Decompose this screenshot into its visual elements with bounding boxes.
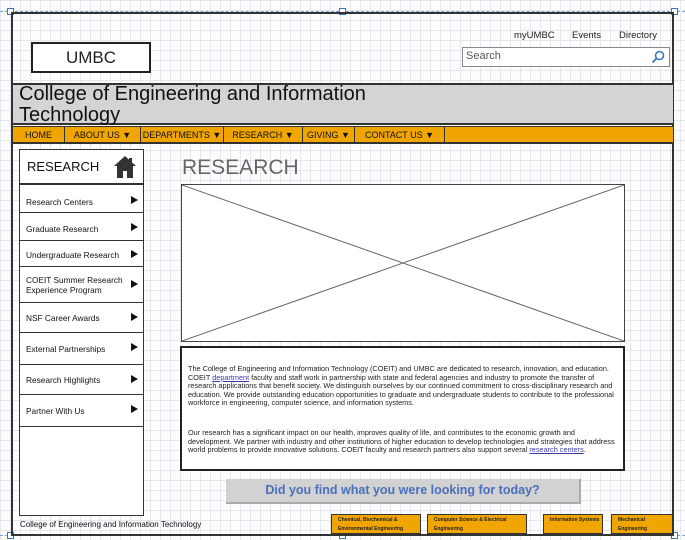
- sidebar: RESEARCH Research Centers Graduate Resea…: [19, 149, 144, 516]
- arrow-right-icon: [131, 250, 138, 258]
- nav-about-us[interactable]: ABOUT US ▼: [65, 127, 141, 144]
- college-banner: College of Engineering and Information T…: [13, 83, 673, 126]
- sidebar-item-research-highlights[interactable]: Research Highlights: [20, 365, 143, 395]
- search-icon[interactable]: [650, 49, 666, 65]
- link-events[interactable]: Events: [572, 30, 601, 41]
- sidebar-item-label: Partner With Us: [26, 406, 85, 416]
- paragraph-text: faculty and staff work in partnership wi…: [188, 372, 614, 408]
- footer-college-name: College of Engineering and Information T…: [20, 520, 202, 529]
- sidebar-item-label: Research Highlights: [26, 375, 101, 385]
- footer-link-me[interactable]: Mechanical Engineering: [611, 514, 673, 534]
- intro-text-box: The College of Engineering and Informati…: [180, 346, 625, 471]
- sidebar-item-summer-research[interactable]: COEIT Summer Research Experience Program: [20, 267, 143, 303]
- link-directory[interactable]: Directory: [619, 30, 657, 41]
- feedback-button[interactable]: Did you find what you were looking for t…: [226, 479, 581, 504]
- logo[interactable]: UMBC: [31, 42, 151, 73]
- search-input[interactable]: Search: [462, 47, 670, 67]
- intro-paragraph: The College of Engineering and Informati…: [188, 364, 618, 408]
- sidebar-header: RESEARCH: [20, 150, 143, 185]
- research-centers-link[interactable]: research centers: [529, 445, 583, 454]
- sidebar-item-label: Research Centers: [26, 197, 93, 207]
- arrow-right-icon: [131, 313, 138, 321]
- arrow-right-icon: [131, 196, 138, 204]
- college-title: College of Engineering and Information T…: [19, 83, 366, 126]
- footer-link-cbee[interactable]: Chemical, Biochemical & Environmental En…: [331, 514, 421, 534]
- placeholder-cross-icon: [182, 185, 624, 341]
- feedback-label: Did you find what you were looking for t…: [265, 483, 540, 497]
- sidebar-item-nsf-career-awards[interactable]: NSF Career Awards: [20, 303, 143, 333]
- sidebar-item-label: COEIT Summer Research Experience Program: [26, 275, 123, 295]
- footer-link-csee[interactable]: Computer Science & Electrical Engineerin…: [427, 514, 527, 534]
- link-myumbc[interactable]: myUMBC: [514, 30, 555, 41]
- sidebar-item-label: Undergraduate Research: [26, 250, 120, 260]
- sidebar-item-undergraduate-research[interactable]: Undergraduate Research: [20, 241, 143, 267]
- page-title: RESEARCH: [182, 156, 299, 179]
- sidebar-item-label: NSF Career Awards: [26, 313, 100, 323]
- nav-giving[interactable]: GIVING ▼: [303, 127, 355, 144]
- paragraph-text: .: [583, 445, 586, 455]
- sidebar-item-research-centers[interactable]: Research Centers: [20, 186, 143, 213]
- sidebar-item-external-partnerships[interactable]: External Partnerships: [20, 333, 143, 365]
- impact-paragraph: Our research has a significant impact on…: [188, 428, 618, 455]
- main-nav: HOME ABOUT US ▼ DEPARTMENTS ▼ RESEARCH ▼…: [13, 126, 673, 144]
- sidebar-title: RESEARCH: [27, 159, 100, 174]
- arrow-right-icon: [131, 343, 138, 351]
- nav-contact-us[interactable]: CONTACT US ▼: [355, 127, 445, 144]
- arrow-right-icon: [131, 280, 138, 288]
- arrow-right-icon: [131, 375, 138, 383]
- arrow-right-icon: [131, 405, 138, 413]
- nav-departments[interactable]: DEPARTMENTS ▼: [141, 127, 224, 144]
- home-icon[interactable]: [113, 155, 137, 179]
- footer-link-is[interactable]: Information Systems: [543, 514, 603, 534]
- image-placeholder: [181, 184, 625, 342]
- nav-research[interactable]: RESEARCH ▼: [224, 127, 303, 144]
- sidebar-item-label: Graduate Research: [26, 224, 99, 234]
- sidebar-item-label: External Partnerships: [26, 344, 106, 354]
- search-placeholder: Search: [466, 50, 501, 62]
- sidebar-item-partner-with-us[interactable]: Partner With Us: [20, 395, 143, 427]
- sidebar-item-graduate-research[interactable]: Graduate Research: [20, 213, 143, 241]
- nav-home[interactable]: HOME: [13, 127, 65, 144]
- arrow-right-icon: [131, 223, 138, 231]
